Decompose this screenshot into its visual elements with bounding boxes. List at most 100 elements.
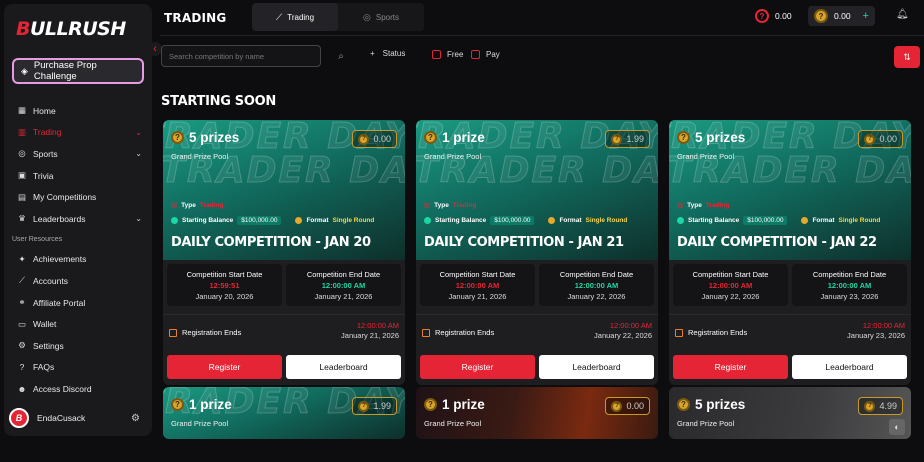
register-button[interactable]: Register <box>673 355 788 379</box>
balance-format-row: Starting Balance $100,000.00 Format Single … <box>171 216 374 225</box>
status-filter[interactable]: + Status <box>370 49 405 58</box>
sidebar-item-label: Trading <box>33 127 62 138</box>
sidebar-item-accounts[interactable]: ⟋ Accounts <box>4 270 152 292</box>
leaderboard-button[interactable]: Leaderboard <box>792 355 907 379</box>
register-button[interactable]: Register <box>420 355 535 379</box>
app-root: BULLRUSH ‹ ◈ Purchase Prop Challenge ▦ Ho… <box>0 0 924 462</box>
sidebar-item-leaderboards[interactable]: ♛ Leaderboards ⌄ <box>4 208 152 230</box>
entry-fee: 0.00 <box>626 401 644 411</box>
card-hero: TRADER DAY ?1 prize Grand Prize Pool ?1.… <box>163 387 405 439</box>
coin-icon: ? <box>864 133 876 145</box>
balance-icon <box>424 217 431 224</box>
logo[interactable]: BULLRUSH <box>16 18 126 40</box>
competition-card[interactable]: ? 5 prizes Grand Prize Pool ? 4.99 ◐ <box>669 387 911 439</box>
sidebar-item-trading[interactable]: ▥ Trading ⌄ <box>4 122 152 144</box>
add-funds-icon[interactable]: + <box>863 10 869 22</box>
card-actions: Register Leaderboard <box>416 352 658 385</box>
calendar-icon <box>422 328 430 337</box>
start-date: January 22, 2026 <box>701 291 760 301</box>
start-time: 12:00:00 AM <box>708 280 753 290</box>
help-icon: ? <box>19 362 25 373</box>
sidebar-item-label: Wallet <box>33 319 57 330</box>
gear-icon[interactable]: ⚙ <box>131 413 140 424</box>
end-date-label: Competition End Date <box>559 269 634 279</box>
format-icon <box>801 217 809 224</box>
calendar-icon <box>169 328 177 337</box>
start-date-box: Competition Start Date 12:59:51 January 20… <box>167 264 282 306</box>
chevron-down-icon: ⌄ <box>135 127 142 137</box>
competition-card[interactable]: TRADER DAY ?1 prize Grand Prize Pool ?1.… <box>163 387 405 439</box>
cash-balance[interactable]: ? 0.00 <box>755 9 792 23</box>
sidebar-item-faqs[interactable]: ? FAQs <box>4 357 152 379</box>
mode-tabs: ⟋ Trading ◎ Sports <box>252 3 424 31</box>
end-date: January 23, 2026 <box>820 291 879 301</box>
sidebar-item-label: Achievements <box>33 254 87 265</box>
balance-format-row: Starting Balance $100,000.00 Format Single … <box>677 216 880 225</box>
leaderboard-button[interactable]: Leaderboard <box>539 355 654 379</box>
competition-title: DAILY COMPETITION - JAN 20 <box>171 235 371 250</box>
tab-label: Trading <box>287 12 315 22</box>
coin-icon: ? <box>358 400 370 412</box>
type-label: Type <box>434 201 449 209</box>
leaderboard-button[interactable]: Leaderboard <box>286 355 401 379</box>
user-name: EndaCusack <box>37 413 86 423</box>
search-icon[interactable]: ⌕ <box>327 45 355 67</box>
diamond-icon: ◈ <box>21 65 28 76</box>
free-checkbox[interactable]: Free <box>432 50 463 59</box>
date-row: Competition Start Date 12:59:51 January 20… <box>163 260 405 306</box>
registration-row: Registration Ends 12:00:00 AM January 23… <box>669 314 911 352</box>
sidebar-item-trivia[interactable]: ▣ Trivia <box>4 165 152 187</box>
type-row: ▥ Type Trading <box>171 201 224 210</box>
sidebar-item-sports[interactable]: ◎ Sports ⌄ <box>4 143 152 165</box>
grid-icon: ▦ <box>17 105 27 116</box>
format-value: Single Round <box>838 217 881 224</box>
grand-prize-label: Grand Prize Pool <box>424 152 482 161</box>
chart-icon: ▥ <box>171 202 178 209</box>
sidebar-item-achievements[interactable]: ✦ Achievements <box>4 249 152 271</box>
start-date: January 21, 2026 <box>448 291 507 301</box>
collapse-sidebar-icon[interactable]: ‹ <box>148 42 162 56</box>
register-button[interactable]: Register <box>167 355 282 379</box>
sidebar-item-access-discord[interactable]: ☻ Access Discord <box>4 378 152 400</box>
section-title: STARTING SOON <box>161 94 276 109</box>
balance-format-row: Starting Balance $100,000.00 Format Single … <box>424 216 627 225</box>
entry-fee: 1.99 <box>626 134 644 144</box>
trophy-icon: ♛ <box>18 213 26 224</box>
sidebar-item-home[interactable]: ▦ Home <box>4 100 152 122</box>
coin-icon: ? <box>611 133 623 145</box>
registration-row: Registration Ends 12:00:00 AM January 21… <box>163 314 405 352</box>
tab-trading[interactable]: ⟋ Trading <box>252 3 338 31</box>
registration-label: Registration Ends <box>422 328 494 337</box>
checkbox-box <box>432 50 441 59</box>
type-value: Trading <box>452 201 477 209</box>
sidebar-item-settings[interactable]: ⚙ Settings <box>4 335 152 357</box>
sidebar-item-wallet[interactable]: ▭ Wallet <box>4 313 152 335</box>
logo-mark: B <box>16 18 30 40</box>
widget-icon[interactable]: ◐ <box>889 419 905 435</box>
sidebar-item-label: Access Discord <box>33 383 92 394</box>
sidebar-item-affiliate-portal[interactable]: ⚭ Affiliate Portal <box>4 292 152 314</box>
card-hero: TRADER DAY TRADER DAY ?5 prizes Grand Pr… <box>669 120 911 260</box>
competition-card: TRADER DAY TRADER DAY ?5 prizes Grand Pr… <box>163 120 405 385</box>
search-input[interactable]: Search competition by name <box>161 45 321 67</box>
tab-sports[interactable]: ◎ Sports <box>338 3 424 31</box>
purchase-prop-challenge-button[interactable]: ◈ Purchase Prop Challenge <box>12 58 144 84</box>
notification-bell-icon[interactable]: 🔔︎ <box>896 9 909 20</box>
registration-label: Registration Ends <box>169 328 241 337</box>
chart-icon: ▥ <box>17 126 27 137</box>
pay-checkbox[interactable]: Pay <box>471 50 500 59</box>
coin-icon: ? <box>677 398 690 411</box>
filter-button[interactable]: ⇅ <box>894 46 920 68</box>
entry-fee: 4.99 <box>879 401 897 411</box>
coin-balance[interactable]: ? 0.00 + <box>808 6 875 26</box>
prize-count: ? 5 prizes <box>171 130 239 145</box>
type-value: Trading <box>199 201 224 209</box>
competition-card[interactable]: ? 1 prize Grand Prize Pool ? 0.00 <box>416 387 658 439</box>
checkbox-box <box>471 50 480 59</box>
coin-icon: ? <box>424 398 437 411</box>
ball-icon: ◎ <box>363 11 371 22</box>
user-profile[interactable]: B EndaCusack ⚙ <box>4 404 152 432</box>
chevron-down-icon: ⌄ <box>135 149 142 159</box>
end-date: January 21, 2026 <box>314 291 373 301</box>
sidebar-item-my-competitions[interactable]: ▤ My Competitions <box>4 186 152 208</box>
